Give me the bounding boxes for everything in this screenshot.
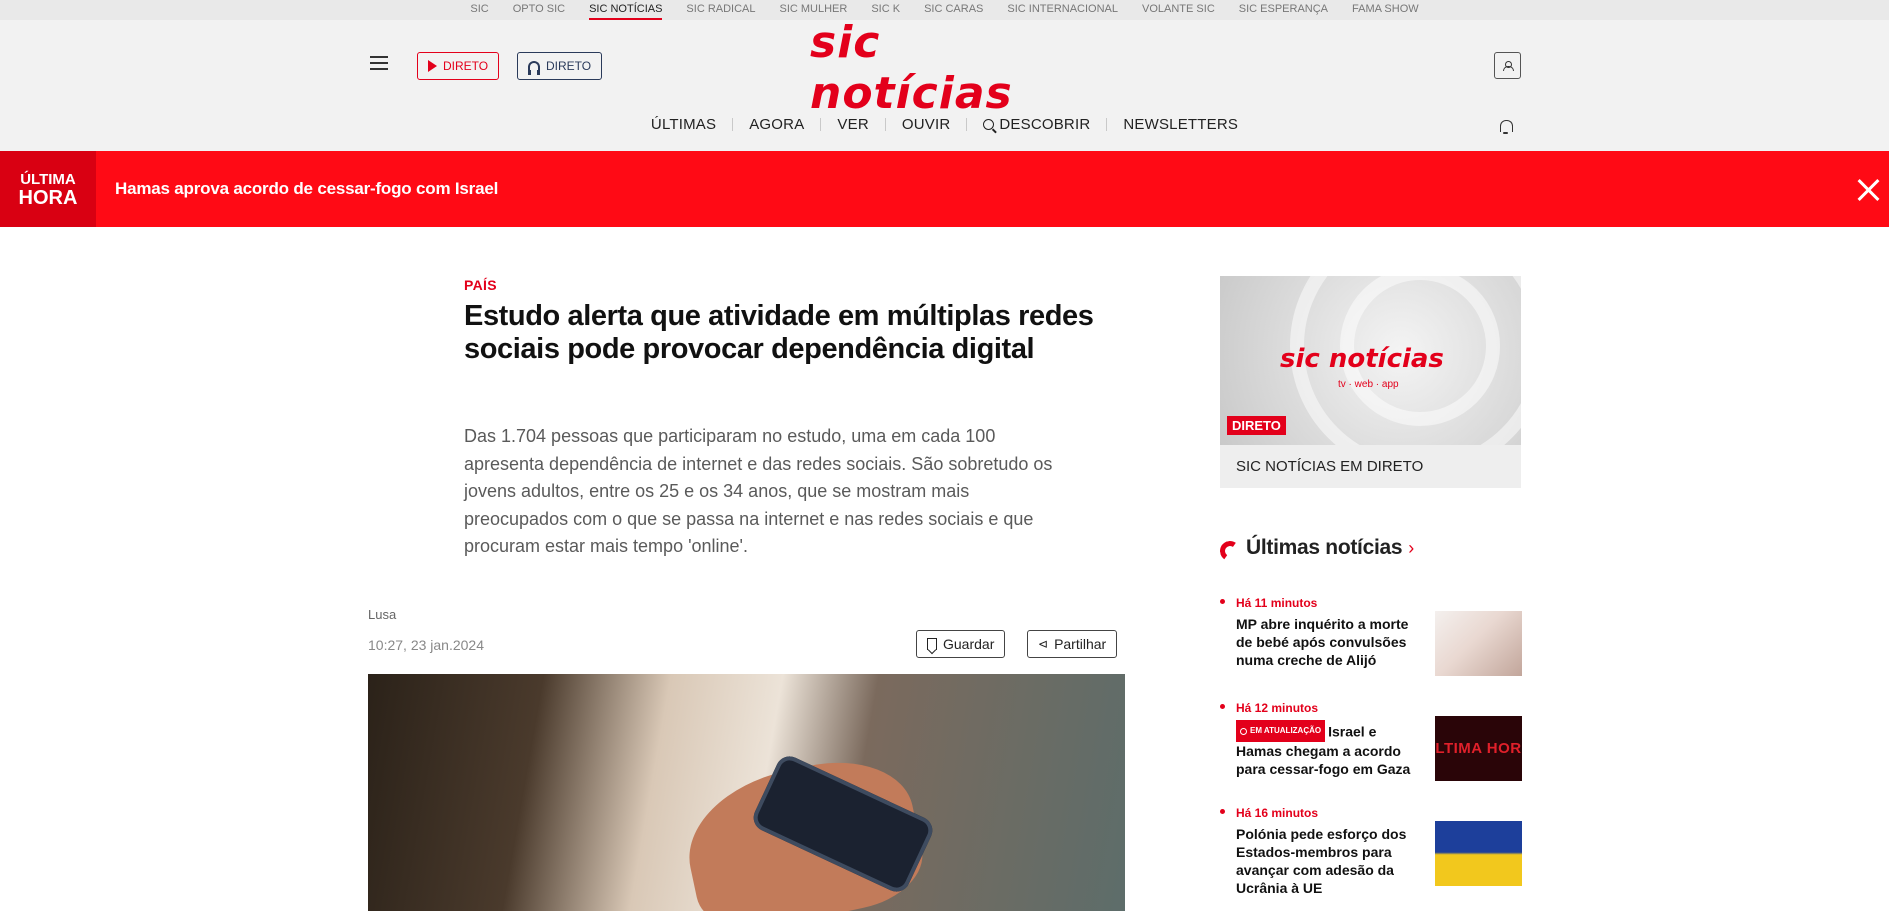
network-link-sic-noticias[interactable]: SIC NOTÍCIAS <box>589 0 663 20</box>
direto-tv-button[interactable]: DIRETO <box>417 52 500 80</box>
update-badge: EM ATUALIZAÇÃO <box>1236 720 1326 742</box>
latest-news-title: Últimas notícias <box>1246 536 1403 559</box>
bullet-icon <box>1220 704 1225 709</box>
article-author: Lusa <box>368 607 397 622</box>
breaking-news-bar[interactable]: ÚLTIMA HORA Hamas aprova acordo de cessa… <box>0 151 1889 227</box>
search-icon <box>983 119 995 130</box>
headphones-icon <box>528 60 540 75</box>
network-link-esperanca[interactable]: SIC ESPERANÇA <box>1239 0 1328 20</box>
network-link-fama-show[interactable]: FAMA SHOW <box>1352 0 1419 20</box>
news-thumbnail[interactable] <box>1435 611 1522 676</box>
news-time: Há 16 minutos <box>1236 806 1319 820</box>
live-title[interactable]: SIC NOTÍCIAS EM DIRETO <box>1236 458 1423 475</box>
close-icon[interactable] <box>1856 178 1880 202</box>
save-label: Guardar <box>943 636 995 652</box>
network-link-sic[interactable]: SIC <box>470 0 488 20</box>
nav-descobrir[interactable]: DESCOBRIR <box>967 116 1108 133</box>
live-logo: sic notícias <box>1280 344 1444 374</box>
site-header: DIRETO DIRETO sic notícias ÚLTIMAS AGORA… <box>0 17 1889 151</box>
article-title: Estudo alerta que atividade em múltiplas… <box>464 300 1094 365</box>
save-button[interactable]: Guardar <box>916 630 1006 658</box>
network-link-volante[interactable]: VOLANTE SIC <box>1142 0 1215 20</box>
article-hero-image <box>368 674 1125 911</box>
share-label: Partilhar <box>1054 636 1107 652</box>
nav-ver[interactable]: VER <box>821 117 886 132</box>
share-icon: ⊲ <box>1038 637 1049 651</box>
bookmark-icon <box>927 638 937 650</box>
bullet-icon <box>1220 809 1225 814</box>
live-thumbnail: sic notícias tv · web · app DIRETO <box>1220 276 1521 445</box>
play-icon <box>428 60 437 72</box>
network-link-opto[interactable]: OPTO SIC <box>513 0 565 20</box>
live-card[interactable]: sic notícias tv · web · app DIRETO SIC N… <box>1220 276 1521 488</box>
article-date: 10:27, 23 jan.2024 <box>368 637 484 653</box>
nav-descobrir-label: DESCOBRIR <box>999 116 1091 133</box>
share-button[interactable]: ⊲ Partilhar <box>1027 630 1118 658</box>
site-logo[interactable]: sic notícias <box>810 17 1080 119</box>
tag-line-2: HORA <box>18 187 78 209</box>
user-account-button[interactable] <box>1494 52 1521 79</box>
nav-ultimas[interactable]: ÚLTIMAS <box>635 117 734 132</box>
live-logo-sub: tv · web · app <box>1338 379 1399 390</box>
brand-arc-icon <box>1218 539 1242 563</box>
ultima-hora-tag: ÚLTIMA HORA <box>0 151 96 227</box>
news-time: Há 12 minutos <box>1236 701 1319 715</box>
article-lead: Das 1.704 pessoas que participaram no es… <box>464 426 1053 556</box>
news-thumbnail[interactable] <box>1435 821 1522 886</box>
news-title[interactable]: MP abre inquérito a morte de bebé após c… <box>1236 615 1416 669</box>
direto-radio-button[interactable]: DIRETO <box>517 52 603 80</box>
news-title-wrap[interactable]: EM ATUALIZAÇÃO Israel e Hamas chegam a ac… <box>1236 720 1416 778</box>
bullet-icon <box>1220 599 1225 604</box>
live-badge: DIRETO <box>1227 416 1286 435</box>
chevron-right-icon: › <box>1408 537 1415 558</box>
news-thumbnail[interactable]: ÚLTIMA HORA <box>1435 716 1522 781</box>
news-time: Há 11 minutos <box>1236 596 1318 610</box>
nav-agora[interactable]: AGORA <box>733 117 822 132</box>
main-nav: ÚLTIMAS AGORA VER OUVIR DESCOBRIR NEWSLE… <box>0 116 1889 133</box>
breaking-headline[interactable]: Hamas aprova acordo de cessar-fogo com I… <box>115 179 498 199</box>
logo-text: sic notícias <box>810 17 1013 119</box>
article-section[interactable]: PAÍS <box>464 277 497 293</box>
direto-tv-label: DIRETO <box>443 59 489 73</box>
user-icon <box>1503 60 1514 71</box>
latest-news-heading[interactable]: Últimas notícias › <box>1218 535 1415 563</box>
menu-icon[interactable] <box>370 56 388 70</box>
refresh-icon <box>1240 727 1247 735</box>
network-link-radical[interactable]: SIC RADICAL <box>686 0 755 20</box>
nav-newsletters[interactable]: NEWSLETTERS <box>1107 117 1254 132</box>
bell-icon[interactable] <box>1499 120 1513 134</box>
news-title[interactable]: Polónia pede esforço dos Estados-membros… <box>1236 825 1416 897</box>
nav-ouvir[interactable]: OUVIR <box>886 117 968 132</box>
direto-radio-label: DIRETO <box>546 59 592 73</box>
update-badge-label: EM ATUALIZAÇÃO <box>1250 726 1322 735</box>
